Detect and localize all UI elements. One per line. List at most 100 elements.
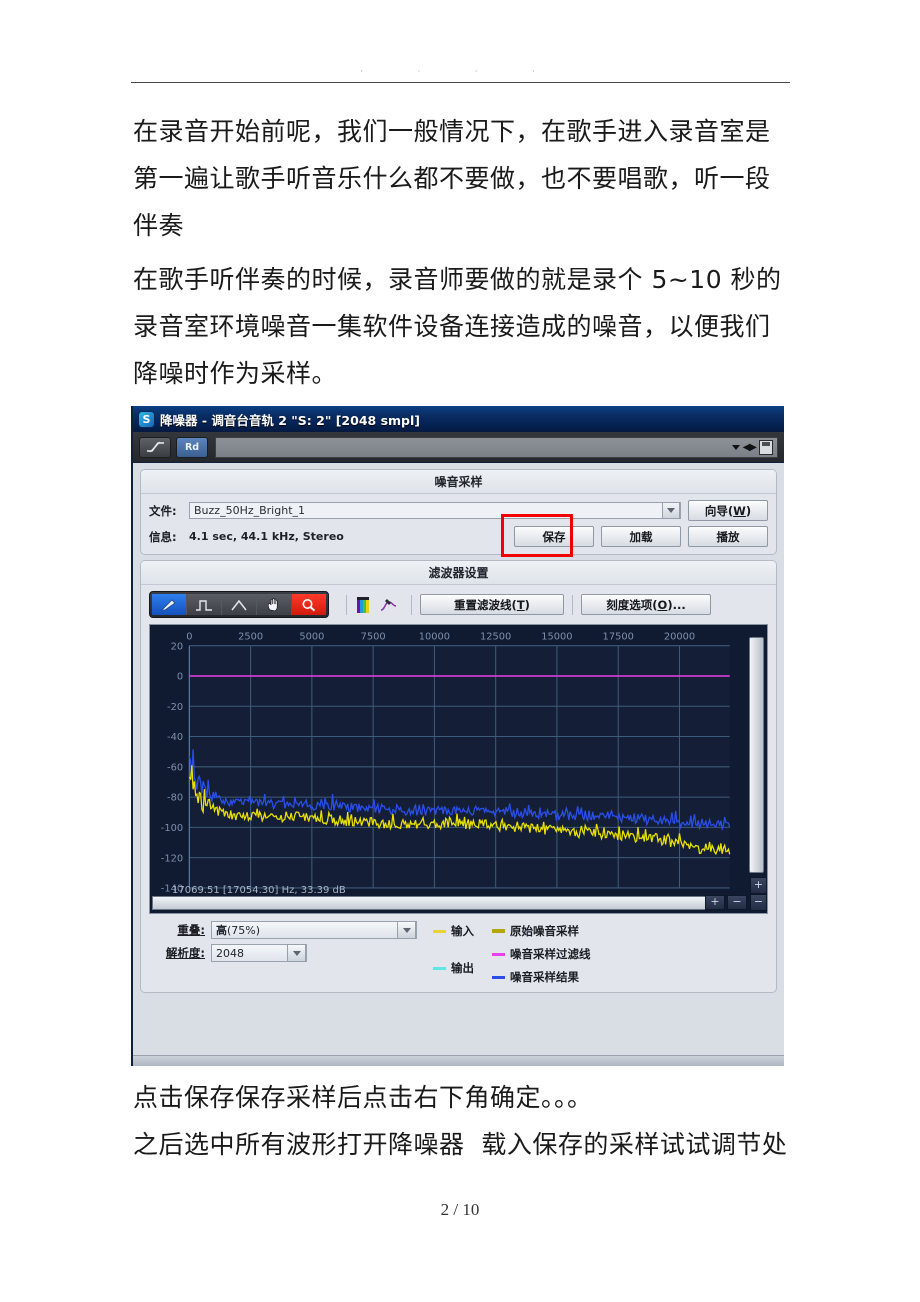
pen-tool-button[interactable] xyxy=(152,594,187,615)
legend-item-input: 输入 xyxy=(433,923,474,939)
overlap-value-bold: 高 xyxy=(216,924,227,937)
svg-text:17500: 17500 xyxy=(603,631,634,642)
svg-text:0: 0 xyxy=(177,672,183,683)
reset-filter-curve-button[interactable]: 重置滤波线(T) xyxy=(420,594,564,615)
save-button-highlight-wrap: 保存 xyxy=(501,514,594,557)
chevron-down-icon xyxy=(292,950,301,956)
toolbar-divider xyxy=(346,594,347,615)
file-value: Buzz_50Hz_Bright_1 xyxy=(194,504,305,517)
spectrum-colorbar-icon[interactable] xyxy=(355,596,373,614)
page-header-marks: · · · · xyxy=(360,66,561,76)
legend-item-raw-noise: 原始噪音采样 xyxy=(492,923,591,939)
scale-label-pre: 刻度选项( xyxy=(606,597,658,612)
vzoom-in-button[interactable]: + xyxy=(750,877,767,894)
paragraph-3: 点击保存保存采样后点击右下角确定。。。 之后选中所有波形打开降噪器 载入保存的采… xyxy=(133,1083,788,1159)
app-icon: S xyxy=(139,411,154,427)
svg-text:7500: 7500 xyxy=(361,631,386,642)
resolution-label: 解析度: xyxy=(165,946,205,960)
legend-item-filter-curve: 噪音采样过滤线 xyxy=(492,946,591,962)
file-combobox[interactable]: Buzz_50Hz_Bright_1 xyxy=(189,502,681,519)
legend-item-output: 输出 xyxy=(433,960,474,976)
graph-legend: 输入 输出 原始噪音采样 噪音采样过滤线 噪音采样结果 xyxy=(433,921,591,985)
graph-vertical-scrollbar[interactable] xyxy=(749,637,764,873)
hzoom-in-button[interactable]: + xyxy=(705,895,725,910)
window-title: 降噪器 - 调音台音轨 2 "S: 2" [2048 smpl] xyxy=(160,412,420,428)
svg-text:-100: -100 xyxy=(161,823,183,834)
graph-bottom-controls: 重叠: 高(75%) 解析度: 2048 输入 输出 原始噪音采样 噪音采样过滤… xyxy=(149,921,768,985)
draw-tool-group xyxy=(149,591,329,618)
load-button[interactable]: 加载 xyxy=(601,526,681,547)
legend-label-filter-curve: 噪音采样过滤线 xyxy=(510,947,591,961)
dialog-bottom-edge xyxy=(133,1055,784,1066)
graph-horizontal-scrollbar[interactable] xyxy=(152,896,709,910)
filter-settings-title: 滤波器设置 xyxy=(141,561,776,585)
reset-label-post: ) xyxy=(524,597,530,612)
resolution-value: 2048 xyxy=(216,946,244,960)
file-dropdown-button[interactable] xyxy=(662,502,680,519)
overlap-select[interactable]: 高(75%) xyxy=(211,921,417,939)
hzoom-out-button[interactable]: − xyxy=(727,895,747,910)
svg-text:10000: 10000 xyxy=(419,631,450,642)
legend-swatch-input xyxy=(433,929,446,933)
paragraph-2: 在歌手听伴奏的时候，录音师要做的就是录个 5~10 秒的录音室环境噪音一集软件设… xyxy=(133,265,782,388)
svg-text:12500: 12500 xyxy=(480,631,511,642)
vzoom-out-button[interactable]: − xyxy=(750,894,767,911)
hand-tool-button[interactable] xyxy=(257,594,292,615)
rd-button-label: Rd xyxy=(184,441,200,453)
scale-label-post: )... xyxy=(667,597,686,612)
denoiser-window: S 降噪器 - 调音台音轨 2 "S: 2" [2048 smpl] Rd ◀▶… xyxy=(131,406,784,1066)
legend-label-input: 输入 xyxy=(451,924,474,938)
document-page: · · · · 在录音开始前呢，我们一般情况下，在歌手进入录音室是第一遍让歌手听… xyxy=(0,0,920,1302)
graph-horizontal-zoom: + − xyxy=(705,895,747,910)
overlap-dropdown-button[interactable] xyxy=(397,921,416,939)
window-titlebar[interactable]: S 降噪器 - 调音台音轨 2 "S: 2" [2048 smpl] xyxy=(133,406,784,432)
legend-label-output: 输出 xyxy=(451,961,474,975)
graph-vertical-zoom: + − xyxy=(750,877,767,911)
save-button[interactable]: 保存 xyxy=(514,526,594,547)
chevron-down-icon[interactable] xyxy=(731,444,740,450)
dialog-body: 噪音采样 文件: Buzz_50Hz_Bright_1 向导(W) 信息: 4… xyxy=(133,463,784,1065)
header-rule xyxy=(131,82,790,83)
graph-status-text: 17069.51 [17054.30] Hz, 33.39 dB xyxy=(172,885,346,896)
svg-text:20: 20 xyxy=(171,641,184,652)
resolution-row: 解析度: 2048 xyxy=(149,944,417,962)
preset-combobox[interactable]: ◀▶ xyxy=(215,436,778,458)
reset-label-pre: 重置滤波线( xyxy=(454,597,517,612)
noise-sample-group: 噪音采样 文件: Buzz_50Hz_Bright_1 向导(W) 信息: 4… xyxy=(140,469,777,557)
floppy-icon[interactable] xyxy=(759,439,773,455)
svg-text:-40: -40 xyxy=(167,732,183,743)
spectrum-plot[interactable]: 0 2500 5000 7500 10000 12500 15000 17500 20000 20… xyxy=(150,625,767,914)
legend-item-result: 噪音采样结果 xyxy=(492,969,591,985)
legend-swatch-raw-noise xyxy=(492,929,505,933)
peak-tool-button[interactable] xyxy=(222,594,257,615)
legend-io-block: 输入 输出 xyxy=(433,923,474,985)
svg-text:15000: 15000 xyxy=(541,631,572,642)
preset-toolbar: Rd ◀▶ xyxy=(133,432,784,463)
overlap-row: 重叠: 高(75%) xyxy=(149,921,417,939)
rd-button[interactable]: Rd xyxy=(176,436,208,458)
draw-curve-icon[interactable] xyxy=(379,596,397,614)
svg-text:-60: -60 xyxy=(167,762,183,773)
resolution-dropdown-button[interactable] xyxy=(287,944,306,962)
svg-text:2500: 2500 xyxy=(238,631,263,642)
prev-next-arrows-icon[interactable]: ◀▶ xyxy=(743,442,757,453)
zoom-tool-button[interactable] xyxy=(292,594,326,615)
scale-options-button[interactable]: 刻度选项(O)... xyxy=(581,594,711,615)
legend-label-result: 噪音采样结果 xyxy=(510,970,579,984)
filter-toolbar: 重置滤波线(T) 刻度选项(O)... xyxy=(149,591,768,618)
chevron-down-icon xyxy=(402,927,411,933)
svg-text:5000: 5000 xyxy=(299,631,324,642)
play-button[interactable]: 播放 xyxy=(688,526,768,547)
svg-text:0: 0 xyxy=(186,631,192,642)
spectrum-graph[interactable]: 0 2500 5000 7500 10000 12500 15000 17500 20000 20… xyxy=(149,624,768,914)
legend-noise-block: 原始噪音采样 噪音采样过滤线 噪音采样结果 xyxy=(492,923,591,985)
paragraph-1: 在录音开始前呢，我们一般情况下，在歌手进入录音室是第一遍让歌手听音乐什么都不要做… xyxy=(133,117,771,240)
reset-label-key: T xyxy=(516,597,525,612)
wizard-button[interactable]: 向导(W) xyxy=(688,500,768,521)
resolution-select[interactable]: 2048 xyxy=(211,944,307,962)
step-tool-button[interactable] xyxy=(187,594,222,615)
wizard-label-key: W xyxy=(733,503,746,518)
curve-icon-button[interactable] xyxy=(139,436,171,458)
svg-text:-80: -80 xyxy=(167,793,183,804)
info-row: 信息: 4.1 sec, 44.1 kHz, Stereo 保存 加载 播放 xyxy=(149,514,768,557)
